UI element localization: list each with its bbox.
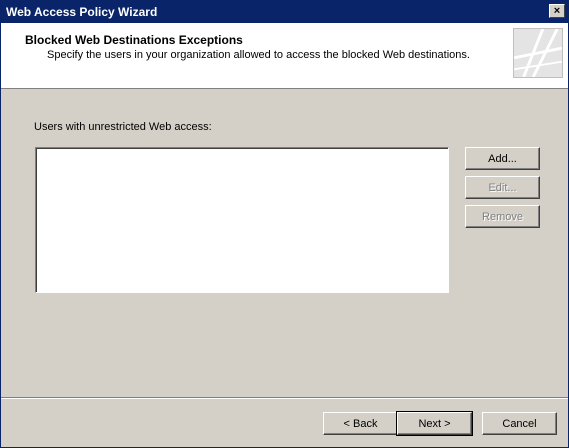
wizard-graphic-svg [514,29,562,77]
wizard-window: Web Access Policy Wizard × Blocked Web D… [0,0,569,448]
edit-button[interactable]: Edit... [465,176,540,199]
back-button[interactable]: < Back [323,412,398,435]
cancel-button[interactable]: Cancel [482,412,557,435]
remove-button[interactable]: Remove [465,205,540,228]
page-title: Blocked Web Destinations Exceptions [25,33,243,47]
wizard-header: Blocked Web Destinations Exceptions Spec… [1,23,568,89]
users-list-label: Users with unrestricted Web access: [34,121,212,133]
footer-separator [1,397,568,399]
add-button[interactable]: Add... [465,147,540,170]
users-list[interactable] [35,147,449,293]
next-button[interactable]: Next > [396,411,473,436]
window-title: Web Access Policy Wizard [6,5,158,19]
close-icon: × [553,4,561,17]
page-subtitle: Specify the users in your organization a… [47,49,470,61]
close-button[interactable]: × [549,4,565,18]
wizard-graphic-icon [513,28,563,78]
title-bar[interactable]: Web Access Policy Wizard × [1,1,568,23]
